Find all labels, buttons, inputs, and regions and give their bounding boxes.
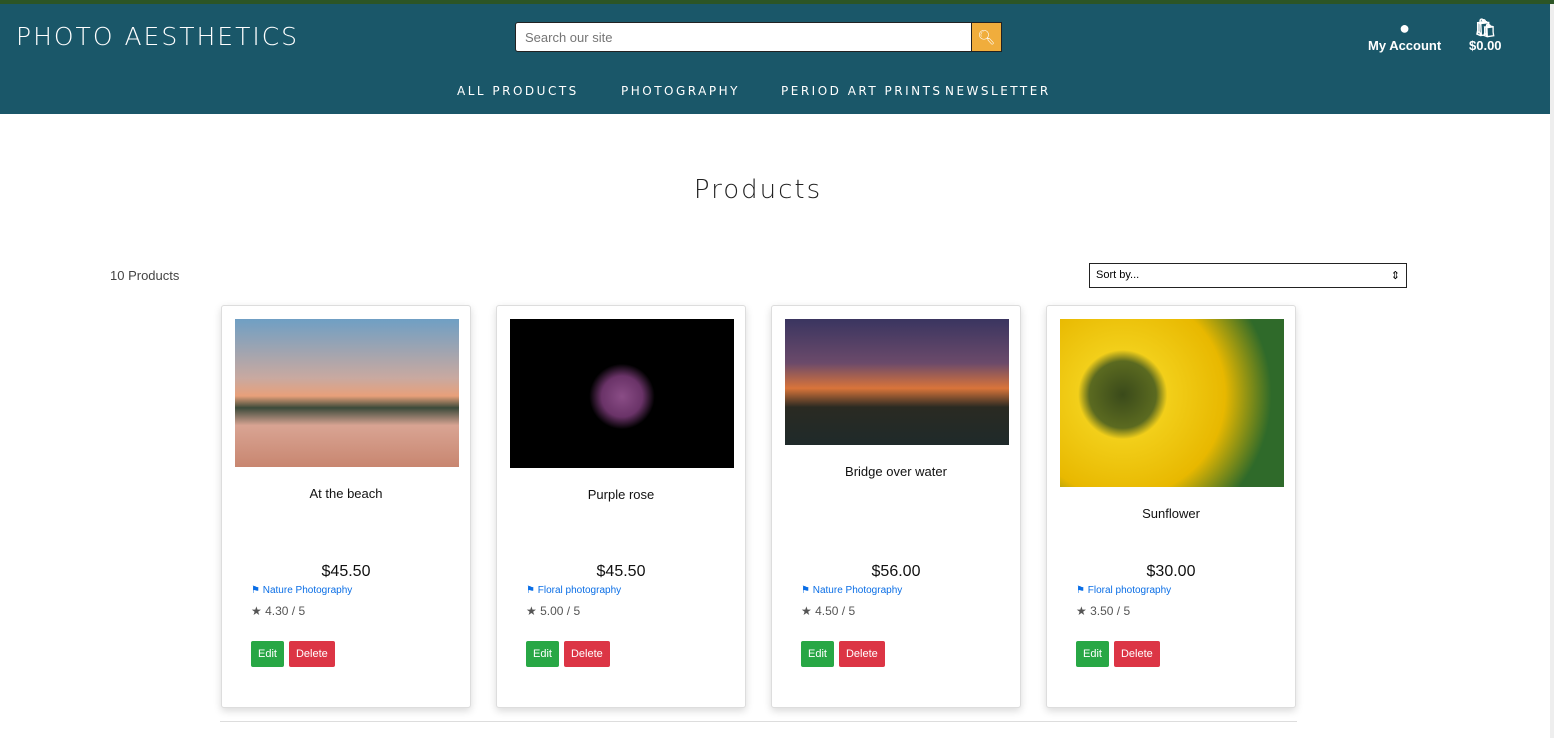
product-category[interactable]: ⚑ Floral photography [526, 585, 621, 596]
scrollbar[interactable] [1550, 4, 1554, 738]
category-label: Nature Photography [262, 585, 353, 596]
product-category[interactable]: ⚑ Nature Photography [801, 585, 902, 596]
product-card: Purple rose $45.50 ⚑ Floral photography … [496, 305, 746, 708]
product-rating: ★ 5.00 / 5 [526, 604, 580, 618]
product-card: Bridge over water $56.00 ⚑ Nature Photog… [771, 305, 1021, 708]
search-input[interactable] [515, 22, 972, 52]
sort-select[interactable]: Sort by... ⇕ [1089, 263, 1407, 288]
product-card: Sunflower $30.00 ⚑ Floral photography ★ … [1046, 305, 1296, 708]
product-price: $56.00 [871, 563, 921, 580]
star-icon: ★ [801, 604, 812, 618]
product-title[interactable]: Bridge over water [772, 464, 1020, 479]
account-label: My Account [1368, 38, 1442, 53]
my-account-link[interactable]: ● My Account [1368, 18, 1441, 53]
product-rating: ★ 3.50 / 5 [1076, 604, 1130, 618]
delete-button[interactable]: Delete [563, 641, 610, 667]
product-price: $30.00 [1146, 563, 1196, 580]
cart-total: $0.00 [1469, 38, 1502, 53]
product-price: $45.50 [321, 563, 371, 580]
tag-icon: ⚑ [251, 585, 260, 596]
product-title[interactable]: Sunflower [1047, 506, 1295, 521]
cart-link[interactable]: 🛍︎ $0.00 [1469, 18, 1502, 53]
rating-value: 3.50 / 5 [1090, 604, 1131, 618]
product-category[interactable]: ⚑ Nature Photography [251, 585, 352, 596]
product-image[interactable] [785, 319, 1009, 445]
star-icon: ★ [1076, 604, 1087, 618]
category-label: Floral photography [1087, 585, 1172, 596]
product-rating: ★ 4.30 / 5 [251, 604, 305, 618]
nav-newsletter[interactable]: NEWSLETTER [945, 84, 1051, 98]
product-count: 10 Products [110, 268, 180, 283]
edit-button[interactable]: Edit [251, 641, 284, 667]
nav-photography[interactable]: PHOTOGRAPHY [621, 84, 740, 98]
product-image[interactable] [235, 319, 459, 467]
product-title[interactable]: Purple rose [497, 487, 745, 502]
page-title: Products [693, 175, 823, 205]
rating-value: 5.00 / 5 [540, 604, 581, 618]
edit-button[interactable]: Edit [526, 641, 559, 667]
category-label: Floral photography [537, 585, 622, 596]
delete-button[interactable]: Delete [1113, 641, 1160, 667]
nav-all-products[interactable]: ALL PRODUCTS [457, 84, 579, 98]
tag-icon: ⚑ [526, 585, 535, 596]
divider [220, 721, 1297, 722]
select-arrows-icon: ⇕ [1390, 270, 1400, 282]
product-price: $45.50 [596, 563, 646, 580]
edit-button[interactable]: Edit [1076, 641, 1109, 667]
product-title[interactable]: At the beach [222, 486, 470, 501]
star-icon: ★ [251, 604, 262, 618]
site-logo[interactable]: PHOTO AESTHETICS [16, 22, 299, 51]
product-rating: ★ 4.50 / 5 [801, 604, 855, 618]
rating-value: 4.50 / 5 [815, 604, 856, 618]
product-card: At the beach $45.50 ⚑ Nature Photography… [221, 305, 471, 708]
delete-button[interactable]: Delete [838, 641, 885, 667]
tag-icon: ⚑ [1076, 585, 1085, 596]
shopping-bag-icon: 🛍︎ [1473, 18, 1497, 38]
product-category[interactable]: ⚑ Floral photography [1076, 585, 1171, 596]
product-image[interactable] [510, 319, 734, 468]
sort-value: Sort by... [1096, 269, 1140, 281]
delete-button[interactable]: Delete [288, 641, 335, 667]
search-form: 🔍︎ [515, 22, 1002, 52]
user-icon: ● [1399, 18, 1411, 38]
category-label: Nature Photography [812, 585, 903, 596]
edit-button[interactable]: Edit [801, 641, 834, 667]
search-icon: 🔍︎ [977, 28, 996, 45]
nav-period-art-prints[interactable]: PERIOD ART PRINTS [781, 84, 943, 98]
tag-icon: ⚑ [801, 585, 810, 596]
product-image[interactable] [1060, 319, 1284, 487]
star-icon: ★ [526, 604, 537, 618]
rating-value: 4.30 / 5 [265, 604, 306, 618]
search-button[interactable]: 🔍︎ [972, 22, 1002, 52]
site-header: PHOTO AESTHETICS 🔍︎ ●My Account 🛍︎$0.00 … [0, 4, 1550, 114]
